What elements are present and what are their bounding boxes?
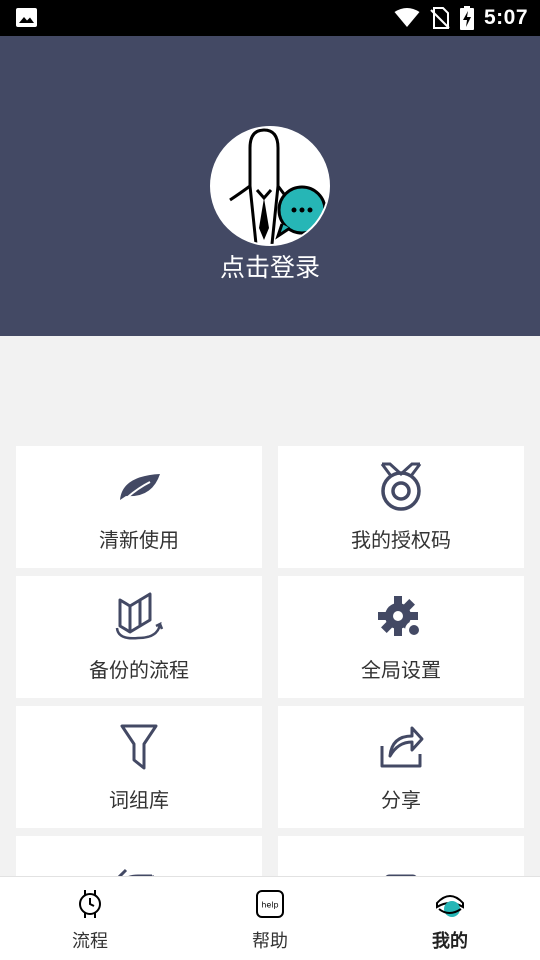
help-icon-text: help bbox=[261, 901, 278, 910]
menu-item-global-settings[interactable]: 全局设置 bbox=[278, 576, 524, 698]
no-sim-icon bbox=[430, 7, 450, 29]
battery-charging-icon bbox=[459, 6, 474, 30]
menu-item-phrase-library[interactable]: 词组库 bbox=[16, 706, 262, 828]
profile-header: 点击登录 bbox=[0, 36, 540, 336]
leaf-icon bbox=[117, 474, 160, 507]
menu-item-label: 清新使用 bbox=[99, 528, 179, 552]
menu-item-label: 备份的流程 bbox=[89, 658, 189, 682]
inbox-icon bbox=[385, 874, 417, 876]
filter-icon bbox=[120, 724, 158, 770]
tab-flow[interactable]: 流程 bbox=[0, 877, 180, 960]
wifi-icon bbox=[394, 8, 420, 27]
status-bar: 5:07 bbox=[0, 0, 540, 36]
menu-item-inbox[interactable] bbox=[278, 836, 524, 876]
clock: 5:07 bbox=[483, 6, 528, 29]
gallery-icon bbox=[16, 8, 37, 27]
help-icon: help bbox=[256, 890, 284, 918]
refresh-icon bbox=[117, 868, 155, 876]
menu-grid: 清新使用 我的授权码 备份的流程 全局设置 词组库 分享 bbox=[16, 446, 524, 876]
tab-label: 我的 bbox=[432, 931, 468, 952]
menu-item-auth-code[interactable]: 我的授权码 bbox=[278, 446, 524, 568]
avatar[interactable] bbox=[210, 126, 330, 246]
menu-item-refresh[interactable] bbox=[16, 836, 262, 876]
menu-item-label: 分享 bbox=[381, 788, 421, 812]
login-button[interactable]: 点击登录 bbox=[0, 248, 540, 284]
menu-item-share[interactable]: 分享 bbox=[278, 706, 524, 828]
profile-icon bbox=[436, 895, 464, 917]
menu-item-backup-flow[interactable]: 备份的流程 bbox=[16, 576, 262, 698]
backup-icon bbox=[115, 592, 164, 640]
tab-label: 帮助 bbox=[252, 931, 288, 952]
menu-item-label: 我的授权码 bbox=[351, 528, 451, 552]
menu-item-label: 词组库 bbox=[109, 788, 169, 812]
menu-item-label: 全局设置 bbox=[361, 658, 441, 682]
gear-icon bbox=[378, 596, 423, 639]
tab-help[interactable]: help 帮助 bbox=[180, 877, 360, 960]
user-avatar-icon bbox=[229, 128, 327, 244]
share-icon bbox=[380, 726, 424, 768]
watch-icon bbox=[79, 890, 101, 918]
menu-item-fresh-use[interactable]: 清新使用 bbox=[16, 446, 262, 568]
medal-icon bbox=[380, 462, 422, 511]
tab-mine[interactable]: 我的 bbox=[360, 877, 540, 960]
bottom-navigation: 流程 help 帮助 我的 bbox=[0, 876, 540, 960]
tab-label: 流程 bbox=[72, 931, 108, 952]
